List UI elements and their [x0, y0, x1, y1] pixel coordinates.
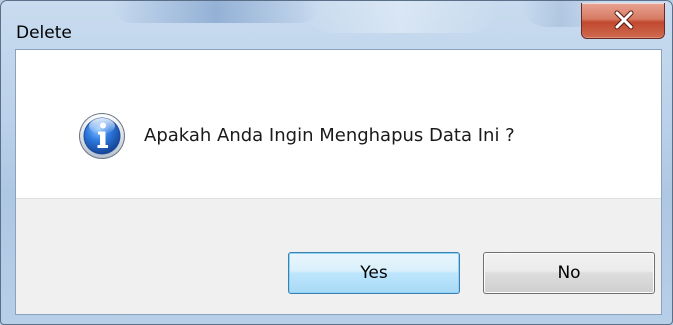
close-button[interactable] — [581, 3, 665, 39]
dialog-content: Apakah Anda Ingin Menghapus Data Ini ? Y… — [15, 49, 662, 315]
button-bar: Yes No — [16, 198, 661, 314]
no-button[interactable]: No — [483, 252, 655, 294]
titlebar[interactable]: Delete — [1, 1, 672, 49]
close-icon — [614, 10, 634, 30]
yes-button[interactable]: Yes — [288, 252, 460, 294]
info-icon — [79, 113, 125, 159]
message-area: Apakah Anda Ingin Menghapus Data Ini ? — [16, 50, 661, 198]
window-title: Delete — [16, 23, 72, 43]
dialog-message: Apakah Anda Ingin Menghapus Data Ini ? — [144, 125, 515, 146]
delete-dialog-window: Delete Apakah Anda Ingin Menghapus Data … — [0, 0, 673, 325]
